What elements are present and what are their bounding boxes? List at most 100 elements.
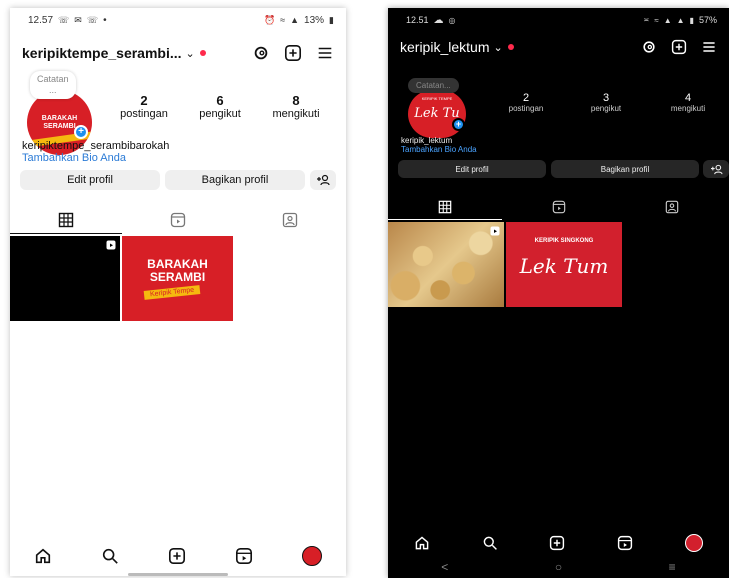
status-time: 12.51 <box>406 15 429 25</box>
posts-grid: BARAKAH SERAMBI Keripik Tempe <box>10 236 233 321</box>
network-icon: ≍ <box>643 17 650 24</box>
reels-icon <box>170 212 186 228</box>
add-story-icon[interactable]: + <box>452 118 465 131</box>
profile-nav-avatar[interactable] <box>685 534 704 552</box>
share-profile-button[interactable]: Bagikan profil <box>165 170 305 190</box>
menu-icon[interactable] <box>701 39 717 55</box>
following-count[interactable]: 4 mengikuti <box>660 92 716 113</box>
share-profile-button[interactable]: Bagikan profil <box>551 160 699 178</box>
create-post-icon[interactable] <box>671 39 687 55</box>
whatsapp-icon: ☏ <box>86 14 99 25</box>
battery-percent: 13% <box>304 14 325 26</box>
chevron-down-icon[interactable]: ⌄ <box>493 41 502 54</box>
location-icon: ◎ <box>448 15 456 25</box>
status-bar: 12.57 ☏ ✉ ☏ • ⏰ ≈ ▲ 13% ▮ <box>10 8 346 32</box>
followers-count[interactable]: 6 pengikut <box>190 93 250 120</box>
tab-posts-grid[interactable] <box>388 194 502 220</box>
search-icon[interactable] <box>482 535 498 551</box>
mail-icon: ✉ <box>74 14 82 25</box>
threads-icon[interactable] <box>252 44 270 62</box>
avatar-logo: BARAKAH SERAMBI <box>41 114 78 130</box>
tab-reels[interactable] <box>502 194 616 220</box>
followers-count[interactable]: 3 pengikut <box>578 92 634 113</box>
add-person-button[interactable] <box>703 160 729 178</box>
post-tag-ribbon: Keripik Tempe <box>143 285 201 300</box>
note-bubble[interactable]: Catatan ... <box>30 71 76 99</box>
wifi-icon: ≈ <box>280 15 286 25</box>
create-icon[interactable] <box>549 535 565 551</box>
post-brand-text: Lek Tum <box>519 254 609 278</box>
grid-icon <box>438 200 452 214</box>
post-thumbnail[interactable]: KERIPIK SINGKONG Lek Tum <box>506 222 622 307</box>
notification-dot <box>199 50 206 56</box>
dot-icon: • <box>103 14 107 26</box>
home-indicator <box>128 573 228 576</box>
posts-count[interactable]: 2 postingan <box>114 93 174 120</box>
create-icon[interactable] <box>168 547 186 565</box>
add-bio-link[interactable]: Tambahkan Bio Anda <box>401 145 477 154</box>
reels-icon <box>552 200 565 214</box>
profile-name: keripik_lektum <box>401 136 453 145</box>
create-post-icon[interactable] <box>284 44 302 62</box>
battery-percent: 57% <box>698 15 717 25</box>
light-phone-screen: 12.57 ☏ ✉ ☏ • ⏰ ≈ ▲ 13% ▮ keripiktempe_s… <box>10 8 346 576</box>
tagged-icon <box>282 212 298 228</box>
reels-nav-icon[interactable] <box>235 547 253 565</box>
bottom-navigation <box>388 532 729 554</box>
chevron-down-icon[interactable]: ⌄ <box>186 47 195 60</box>
home-icon[interactable] <box>414 535 430 551</box>
add-person-icon <box>317 174 330 186</box>
add-bio-link[interactable]: Tambahkan Bio Anda <box>22 152 126 164</box>
search-icon[interactable] <box>101 547 119 565</box>
tab-reels[interactable] <box>122 206 234 234</box>
home-icon[interactable] <box>34 547 52 565</box>
posts-count[interactable]: 2 postingan <box>498 92 554 113</box>
alarm-icon: ⏰ <box>263 14 276 25</box>
profile-nav-avatar[interactable] <box>301 546 322 566</box>
cloud-icon: ☁ <box>433 14 444 26</box>
post-thumbnail[interactable] <box>10 236 120 321</box>
tagged-icon <box>665 200 679 214</box>
note-bubble[interactable]: Catatan... <box>408 78 459 93</box>
note-label: Catatan <box>37 74 69 84</box>
whatsapp-icon: ☏ <box>58 14 70 25</box>
threads-icon[interactable] <box>641 39 657 55</box>
status-time: 12.57 <box>28 14 54 26</box>
reel-badge-icon <box>490 226 500 236</box>
tab-tagged[interactable] <box>234 206 346 234</box>
status-bar: 12.51 ☁ ◎ ≍ ≈ ▲ ▲ ▮ 57% <box>388 8 729 32</box>
post-thumbnail[interactable] <box>388 222 504 307</box>
add-story-icon[interactable]: + <box>74 125 88 139</box>
add-person-button[interactable] <box>310 170 336 190</box>
following-count[interactable]: 8 mengikuti <box>266 93 326 120</box>
battery-icon: ▮ <box>689 15 694 25</box>
grid-icon <box>58 212 74 228</box>
system-navigation-bar: < ○ ≡ <box>388 556 729 578</box>
edit-profile-button[interactable]: Edit profil <box>20 170 160 190</box>
post-brand-text: BARAKAH SERAMBI <box>147 257 208 284</box>
edit-profile-button[interactable]: Edit profil <box>398 160 546 178</box>
recents-button[interactable]: ≡ <box>669 560 676 574</box>
reels-nav-icon[interactable] <box>617 535 633 551</box>
bottom-navigation <box>10 543 346 569</box>
post-thumbnail[interactable]: BARAKAH SERAMBI Keripik Tempe <box>122 236 233 321</box>
avatar-top-text: KERIPIK TEMPE <box>421 96 453 101</box>
menu-icon[interactable] <box>316 44 334 62</box>
profile-header-bar: keripiktempe_serambi... ⌄ <box>10 36 346 70</box>
wifi-icon: ≈ <box>654 15 659 25</box>
signal-icon: ▲ <box>290 15 300 25</box>
tab-posts-grid[interactable] <box>10 206 122 234</box>
back-button[interactable]: < <box>441 560 448 574</box>
tab-tagged[interactable] <box>615 194 729 220</box>
home-button[interactable]: ○ <box>555 560 562 574</box>
dark-phone-screen: 12.51 ☁ ◎ ≍ ≈ ▲ ▲ ▮ 57% keripik_lektum ⌄ <box>388 8 729 578</box>
profile-header-bar: keripik_lektum ⌄ <box>388 30 729 64</box>
screenshot-canvas: 12.57 ☏ ✉ ☏ • ⏰ ≈ ▲ 13% ▮ keripiktempe_s… <box>0 0 729 578</box>
profile-name: keripiktempe_serambibarokah <box>22 140 170 152</box>
username-switcher[interactable]: keripik_lektum <box>400 39 489 55</box>
profile-tabs <box>10 206 346 234</box>
notification-dot <box>507 44 514 50</box>
reel-badge-icon <box>106 240 116 250</box>
username-switcher[interactable]: keripiktempe_serambi... <box>22 45 182 61</box>
add-person-icon <box>710 164 723 174</box>
